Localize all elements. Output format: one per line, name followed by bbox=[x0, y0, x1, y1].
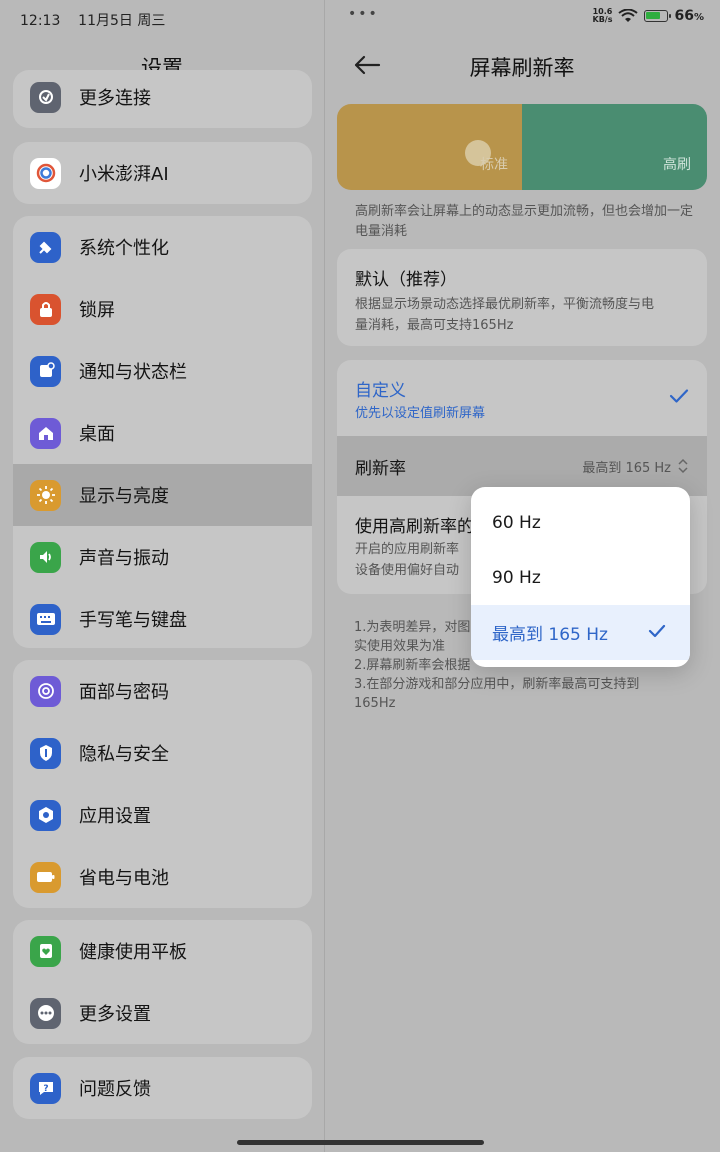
settings-card-security: 面部与密码 隐私与安全 应用设置 省电与电池 bbox=[13, 660, 312, 908]
lock-icon bbox=[30, 293, 61, 325]
home-icon bbox=[30, 417, 61, 449]
svg-text:?: ? bbox=[43, 1084, 48, 1094]
settings-card-ai: 小米澎湃AI bbox=[13, 142, 312, 204]
status-icons: 10.6 KB/s 66% bbox=[592, 7, 705, 25]
settings-item-display[interactable]: 显示与亮度 bbox=[13, 464, 312, 526]
battery-icon bbox=[644, 10, 672, 22]
settings-item-label: 隐私与安全 bbox=[79, 744, 169, 765]
battery-icon bbox=[30, 861, 61, 893]
wifi-icon bbox=[618, 9, 639, 22]
dropdown-option-60hz[interactable]: 60 Hz bbox=[471, 495, 690, 550]
keyboard-icon bbox=[30, 603, 61, 635]
home-indicator[interactable] bbox=[237, 1140, 484, 1145]
dropdown-option-90hz[interactable]: 90 Hz bbox=[471, 550, 690, 605]
refresh-description: 高刷新率会让屏幕上的动态显示更加流畅，但也会增加一定电量消耗 bbox=[355, 204, 694, 239]
page-title: 屏幕刷新率 bbox=[469, 56, 575, 80]
settings-item-privacy[interactable]: 隐私与安全 bbox=[13, 722, 312, 784]
settings-item-label: 健康使用平板 bbox=[79, 942, 187, 963]
refresh-preview: 标准 高刷 bbox=[337, 104, 707, 190]
speaker-icon bbox=[30, 541, 61, 573]
settings-item-label: 更多连接 bbox=[79, 88, 151, 109]
settings-item-app-settings[interactable]: 应用设置 bbox=[13, 784, 312, 846]
dropdown-option-label: 90 Hz bbox=[492, 567, 541, 588]
settings-item-desktop[interactable]: 桌面 bbox=[13, 402, 312, 464]
feedback-icon: ? bbox=[30, 1072, 61, 1104]
shield-icon bbox=[30, 737, 61, 769]
dropdown-option-label: 60 Hz bbox=[492, 512, 541, 533]
settings-item-more-connect[interactable]: 更多连接 bbox=[13, 70, 312, 128]
settings-item-lockscreen[interactable]: 锁屏 bbox=[13, 278, 312, 340]
net-speed: 10.6 KB/s bbox=[592, 7, 613, 24]
dropdown-option-165hz[interactable]: 最高到 165 Hz bbox=[471, 605, 690, 660]
settings-card-connect: 更多连接 bbox=[13, 70, 312, 128]
preview-standard-label: 标准 bbox=[480, 157, 508, 173]
settings-list-pane: 设置 更多连接 小米澎湃AI 系统个性化 锁屏 通知与状态栏 桌面 显示与亮度 … bbox=[0, 0, 324, 1152]
check-icon bbox=[669, 389, 689, 403]
settings-item-label: 桌面 bbox=[79, 424, 115, 445]
refresh-rate-value: 最高到 165 Hz bbox=[582, 457, 689, 476]
note-line: 3.在部分游戏和部分应用中，刷新率最高可支持到 bbox=[354, 677, 640, 692]
preview-standard: 标准 bbox=[337, 104, 522, 190]
settings-item-sound[interactable]: 声音与振动 bbox=[13, 526, 312, 588]
sun-icon bbox=[30, 479, 61, 511]
preview-high: 高刷 bbox=[522, 104, 707, 190]
brush-icon bbox=[30, 231, 61, 263]
settings-card-personal: 系统个性化 锁屏 通知与状态栏 桌面 显示与亮度 声音与振动 手写笔与键盘 bbox=[13, 216, 312, 648]
pane-divider bbox=[324, 0, 325, 1152]
settings-card-health: 健康使用平板 更多设置 bbox=[13, 920, 312, 1044]
settings-item-label: 声音与振动 bbox=[79, 548, 169, 569]
settings-item-label: 通知与状态栏 bbox=[79, 362, 187, 383]
more-icon bbox=[30, 997, 61, 1029]
settings-item-notification[interactable]: 通知与状态栏 bbox=[13, 340, 312, 402]
health-icon bbox=[30, 935, 61, 967]
settings-item-stylus-keyboard[interactable]: 手写笔与键盘 bbox=[13, 588, 312, 648]
option-custom-subtitle: 优先以设定值刷新屏幕 bbox=[355, 406, 486, 421]
settings-item-label: 应用设置 bbox=[79, 806, 151, 827]
option-default-title: 默认（推荐） bbox=[355, 270, 457, 290]
settings-item-face-password[interactable]: 面部与密码 bbox=[13, 660, 312, 722]
settings-item-label: 更多设置 bbox=[79, 1004, 151, 1025]
option-custom-title: 自定义 bbox=[355, 381, 406, 401]
preview-high-label: 高刷 bbox=[663, 157, 691, 173]
settings-item-label: 锁屏 bbox=[79, 300, 115, 321]
check-icon bbox=[648, 624, 666, 638]
option-custom[interactable]: 自定义 优先以设定值刷新屏幕 bbox=[337, 360, 707, 436]
note-line: 165Hz bbox=[354, 696, 396, 711]
face-icon bbox=[30, 675, 61, 707]
ai-swirl-icon bbox=[30, 157, 61, 189]
settings-item-feedback[interactable]: ? 问题反馈 bbox=[13, 1057, 312, 1119]
multi-window-dots[interactable]: ••• bbox=[348, 6, 379, 22]
dropdown-option-label: 最高到 165 Hz bbox=[492, 625, 608, 645]
refresh-rate-label: 刷新率 bbox=[355, 458, 406, 479]
settings-item-label: 问题反馈 bbox=[79, 1079, 151, 1100]
settings-item-label: 面部与密码 bbox=[79, 682, 169, 703]
option-default-subtitle: 根据显示场景动态选择最优刷新率，平衡流畅度与电量消耗，最高可支持165Hz bbox=[355, 297, 655, 333]
settings-item-personalize[interactable]: 系统个性化 bbox=[13, 216, 312, 278]
settings-item-ai[interactable]: 小米澎湃AI bbox=[13, 142, 312, 204]
battery-percent: 66% bbox=[674, 8, 704, 24]
settings-item-label: 小米澎湃AI bbox=[79, 164, 169, 185]
settings-item-battery[interactable]: 省电与电池 bbox=[13, 846, 312, 908]
settings-item-health[interactable]: 健康使用平板 bbox=[13, 920, 312, 982]
settings-item-label: 省电与电池 bbox=[79, 868, 169, 889]
settings-item-more-settings[interactable]: 更多设置 bbox=[13, 982, 312, 1044]
link-icon bbox=[30, 81, 61, 113]
chevron-up-down-icon bbox=[678, 458, 688, 474]
notification-icon bbox=[30, 355, 61, 387]
settings-card-feedback: ? 问题反馈 bbox=[13, 1057, 312, 1119]
refresh-rate-dropdown: 60 Hz 90 Hz 最高到 165 Hz bbox=[471, 487, 690, 667]
settings-item-label: 显示与亮度 bbox=[79, 486, 169, 507]
option-default[interactable]: 默认（推荐） 根据显示场景动态选择最优刷新率，平衡流畅度与电量消耗，最高可支持1… bbox=[337, 249, 707, 346]
settings-item-label: 系统个性化 bbox=[79, 238, 169, 259]
settings-item-label: 手写笔与键盘 bbox=[79, 610, 187, 631]
app-gear-icon bbox=[30, 799, 61, 831]
